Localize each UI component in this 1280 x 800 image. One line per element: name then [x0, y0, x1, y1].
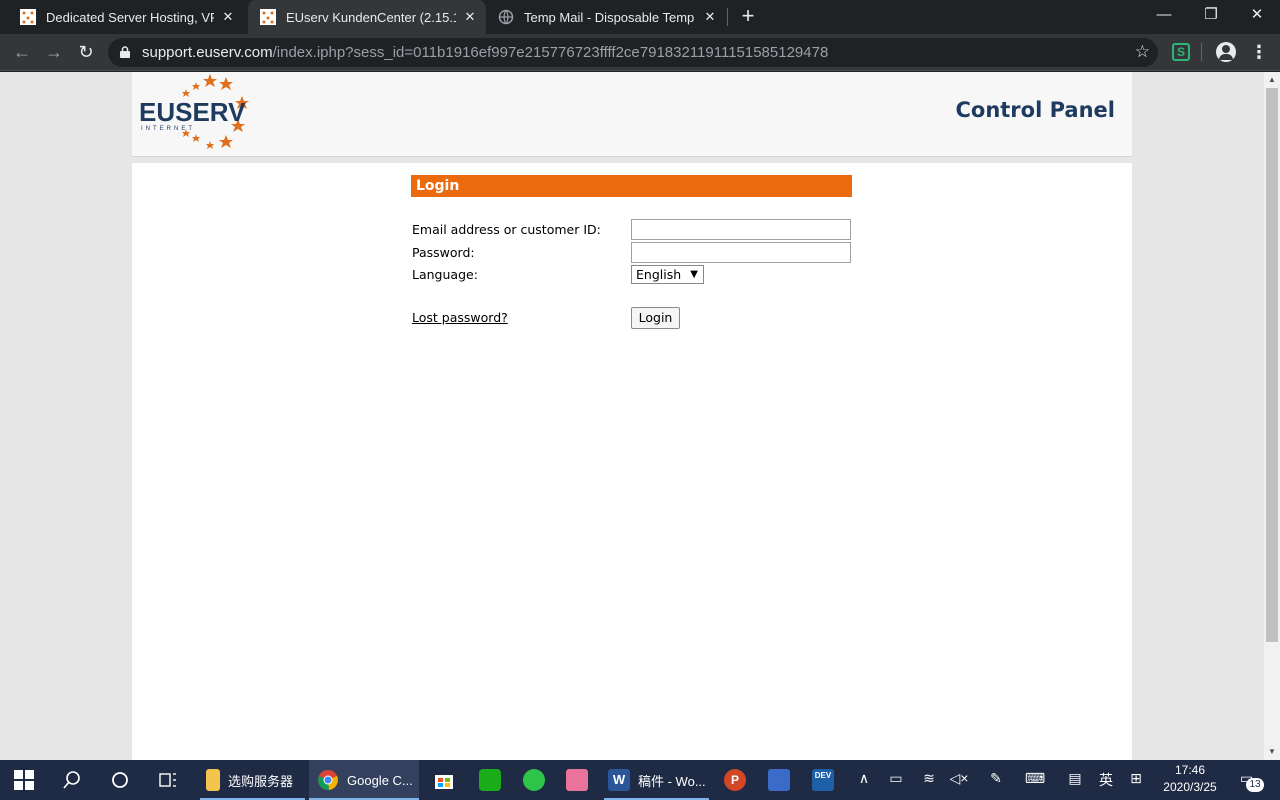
url-text: support.euserv.com/index.iphp?sess_id=01…	[142, 44, 828, 61]
cortana-icon[interactable]	[110, 760, 130, 800]
network-tool-icon[interactable]	[768, 760, 790, 800]
language-selected-value: English	[636, 267, 682, 282]
word-icon: W	[608, 769, 630, 791]
euserv-logo[interactable]: EUSERV INTERNET	[138, 74, 260, 154]
logo-wordmark: EUSERV	[139, 97, 246, 127]
restore-button[interactable]: ❐	[1188, 0, 1234, 30]
green-app-icon[interactable]	[523, 760, 545, 800]
minimize-button[interactable]: —	[1141, 0, 1187, 30]
taskbar-word[interactable]: W 稿件 - Wo...	[604, 760, 709, 800]
close-tab-icon[interactable]: ✕	[220, 9, 236, 25]
tablet-mode-icon[interactable]: ▤	[1064, 770, 1086, 787]
browser-toolbar: ← → ↻ support.euserv.com/index.iphp?sess…	[0, 34, 1280, 71]
language-select[interactable]: English ▼	[631, 265, 704, 284]
chrome-icon	[318, 770, 338, 791]
action-center-icon[interactable]: ▭ 13	[1240, 770, 1264, 792]
login-button[interactable]: Login	[631, 307, 680, 329]
euserv-favicon-icon	[260, 9, 276, 25]
back-arrow-icon[interactable]: ←	[10, 40, 34, 64]
tab-title: Dedicated Server Hosting, VPS	[46, 9, 214, 25]
taskbar-chrome[interactable]: Google C...	[309, 760, 419, 800]
task-view-icon[interactable]	[158, 760, 178, 800]
battery-icon[interactable]: ▭	[885, 770, 907, 787]
extension-s-icon[interactable]: S	[1172, 43, 1190, 61]
lock-icon	[120, 46, 130, 58]
close-tab-icon[interactable]: ✕	[702, 9, 718, 25]
ime-grid-icon[interactable]: ⊞	[1125, 770, 1147, 787]
password-label: Password:	[412, 245, 475, 260]
euserv-favicon-icon	[20, 9, 36, 25]
close-tab-icon[interactable]: ✕	[462, 9, 478, 25]
show-hidden-icons-chevron-icon[interactable]: ∧	[853, 770, 875, 787]
search-icon[interactable]	[62, 760, 82, 800]
dropdown-caret-icon: ▼	[690, 269, 698, 280]
page-viewport: EUSERV INTERNET Control Panel Login Emai…	[0, 72, 1264, 760]
tab-dedicated-server[interactable]: Dedicated Server Hosting, VPS ✕	[0, 0, 244, 34]
devcpp-icon[interactable]: DEV	[812, 760, 834, 800]
clock-time: 17:46	[1174, 763, 1206, 777]
system-clock[interactable]: 17:46 2020/3/25	[1150, 762, 1230, 796]
login-content: Login Email address or customer ID: Pass…	[132, 163, 1132, 760]
wifi-icon[interactable]: ≋	[918, 770, 940, 787]
taskbar-file-explorer[interactable]: 选购服务器	[200, 760, 305, 800]
page-title: Control Panel	[955, 98, 1115, 122]
tab-temp-mail[interactable]: Temp Mail - Disposable Temp ✕	[488, 0, 726, 34]
taskbar-label: Google C...	[347, 772, 413, 788]
toolbar-divider	[1201, 43, 1202, 61]
tab-title: EUserv KundenCenter (2.15.1_2	[286, 9, 456, 25]
folder-icon	[206, 769, 220, 791]
microsoft-store-icon[interactable]	[433, 760, 455, 800]
volume-muted-icon[interactable]: ◁×	[948, 770, 970, 787]
wechat-icon[interactable]	[479, 760, 501, 800]
windows-taskbar: 选购服务器 Google C... W 稿件 - Wo... P DEV	[0, 760, 1280, 800]
page-scrollbar[interactable]: ▲ ▼	[1264, 72, 1280, 760]
new-tab-button[interactable]: +	[736, 5, 760, 29]
browser-menu-icon[interactable]: ⋮	[1250, 40, 1268, 64]
keyboard-icon[interactable]: ⌨	[1024, 770, 1046, 787]
logo-subtext: INTERNET	[141, 126, 195, 132]
email-label: Email address or customer ID:	[412, 222, 601, 237]
reload-icon[interactable]: ↻	[74, 40, 98, 64]
url-host: support.euserv.com	[142, 44, 273, 61]
notification-count-badge: 13	[1246, 778, 1264, 792]
scroll-up-arrow-icon[interactable]: ▲	[1264, 72, 1280, 88]
lost-password-link[interactable]: Lost password?	[412, 310, 508, 325]
taskbar-label: 稿件 - Wo...	[638, 773, 706, 789]
globe-icon	[498, 9, 514, 25]
close-window-button[interactable]: ✕	[1234, 0, 1280, 30]
tab-title: Temp Mail - Disposable Temp	[524, 9, 695, 25]
profile-avatar-icon[interactable]	[1216, 42, 1236, 62]
browser-tab-strip: Dedicated Server Hosting, VPS ✕ EUserv K…	[0, 0, 1280, 34]
password-field[interactable]	[631, 242, 851, 263]
ime-language-indicator[interactable]: 英	[1095, 770, 1117, 790]
taskbar-label: 选购服务器	[228, 773, 294, 789]
forward-arrow-icon[interactable]: →	[42, 40, 66, 64]
scrollbar-thumb[interactable]	[1266, 88, 1278, 642]
tab-separator	[727, 8, 728, 26]
pen-icon[interactable]: ✎	[985, 770, 1007, 787]
bilibili-icon[interactable]	[566, 760, 588, 800]
scroll-down-arrow-icon[interactable]: ▼	[1264, 744, 1280, 760]
url-path: /index.iphp?sess_id=011b1916ef997e215776…	[272, 44, 829, 61]
page-header: EUSERV INTERNET Control Panel	[132, 72, 1132, 157]
language-label: Language:	[412, 267, 478, 282]
windows-start-icon[interactable]	[14, 760, 34, 800]
powerpoint-icon[interactable]: P	[724, 760, 746, 800]
bookmark-star-icon[interactable]: ☆	[1135, 42, 1150, 62]
address-bar[interactable]: support.euserv.com/index.iphp?sess_id=01…	[108, 38, 1158, 67]
clock-date: 2020/3/25	[1163, 780, 1217, 794]
email-field[interactable]	[631, 219, 851, 240]
tab-euserv-kundencenter[interactable]: EUserv KundenCenter (2.15.1_2 ✕	[248, 0, 486, 34]
login-heading: Login	[411, 175, 852, 197]
